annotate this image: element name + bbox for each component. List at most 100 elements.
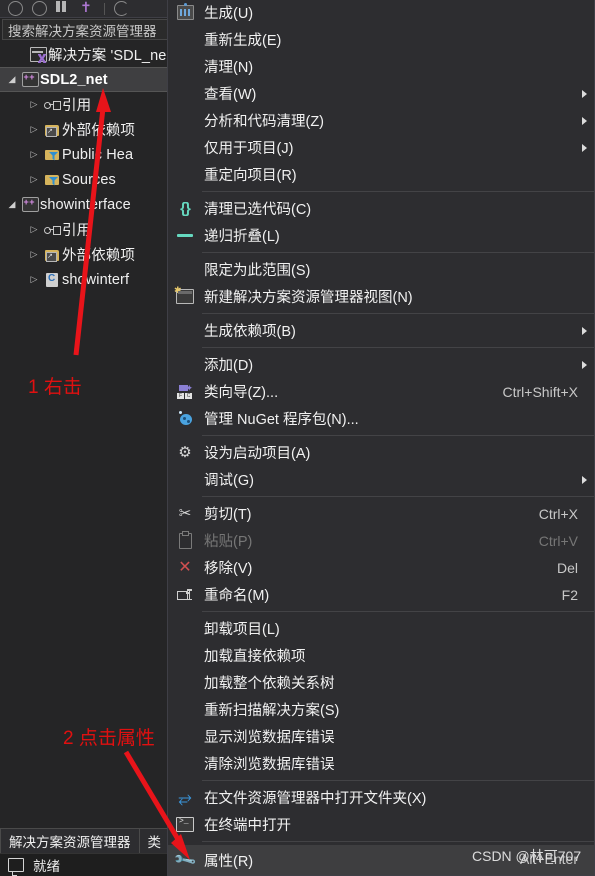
menu-item-cut[interactable]: ✂ 剪切(T) Ctrl+X bbox=[168, 500, 594, 527]
status-icon bbox=[8, 857, 24, 876]
menu-item-label: 类向导(Z)... bbox=[204, 385, 279, 401]
twisty-expanded-icon[interactable]: ◢ bbox=[4, 74, 20, 85]
gear-icon: ⚙ bbox=[178, 443, 192, 461]
menu-item-add[interactable]: 添加(D) bbox=[168, 351, 594, 378]
menu-item-label: 重新生成(E) bbox=[204, 33, 282, 49]
twisty-collapsed-icon[interactable]: ▷ bbox=[26, 174, 42, 185]
menu-item-label: 重新扫描解决方案(S) bbox=[204, 703, 340, 719]
menu-item-load-entire-dependency-tree[interactable]: 加载整个依赖关系树 bbox=[168, 669, 594, 696]
back-circle-icon[interactable] bbox=[8, 1, 23, 16]
menu-item-new-solution-explorer-view[interactable]: 新建解决方案资源管理器视图(N) bbox=[168, 283, 594, 310]
tree-node-label: 引用 bbox=[62, 223, 92, 239]
annotation-1: 1 右击 bbox=[28, 377, 82, 398]
menu-item-label: 在文件资源管理器中打开文件夹(X) bbox=[204, 791, 427, 807]
menu-item-open-folder-in-file-explorer[interactable]: ⥂ 在文件资源管理器中打开文件夹(X) bbox=[168, 784, 594, 811]
menu-item-unload-project[interactable]: 卸载项目(L) bbox=[168, 615, 594, 642]
forward-circle-icon[interactable] bbox=[32, 1, 47, 16]
menu-item-set-as-startup-project[interactable]: ⚙ 设为启动项目(A) bbox=[168, 439, 594, 466]
menu-item-label: 清理(N) bbox=[204, 60, 254, 76]
terminal-icon bbox=[168, 817, 202, 832]
build-icon bbox=[168, 3, 202, 20]
menu-separator bbox=[202, 191, 594, 192]
submenu-arrow-icon bbox=[582, 360, 587, 369]
refresh-icon[interactable] bbox=[114, 1, 129, 16]
menu-item-show-browse-db-errors[interactable]: 显示浏览数据库错误 bbox=[168, 723, 594, 750]
vs-logo-icon[interactable]: ✝ bbox=[80, 0, 95, 16]
menu-item-rename[interactable]: 重命名(M) F2 bbox=[168, 581, 594, 608]
annotation-2: 2 点击属性 bbox=[63, 728, 155, 749]
menu-item-label: 分析和代码清理(Z) bbox=[204, 114, 325, 130]
tree-node-label: showinterface bbox=[40, 196, 131, 213]
submenu-arrow-icon bbox=[582, 143, 587, 152]
menu-item-rebuild[interactable]: 重新生成(E) bbox=[168, 26, 594, 53]
menu-item-label: 粘贴(P) bbox=[204, 534, 253, 550]
menu-item-shortcut: Ctrl+V bbox=[538, 532, 578, 549]
menu-item-shortcut: F2 bbox=[561, 586, 578, 603]
tab-class-view[interactable]: 类 bbox=[139, 828, 170, 853]
remove-icon: ✕ bbox=[178, 559, 192, 576]
tree-node-label: 解决方案 'SDL_ne bbox=[48, 48, 167, 64]
twisty-collapsed-icon[interactable]: ▷ bbox=[26, 149, 42, 160]
tree-node-label: 外部依赖项 bbox=[62, 123, 135, 139]
menu-item-rescan-solution[interactable]: 重新扫描解决方案(S) bbox=[168, 696, 594, 723]
menu-item-shortcut: Ctrl+Shift+X bbox=[502, 383, 578, 400]
twisty-expanded-icon[interactable]: ◢ bbox=[4, 199, 20, 210]
submenu-arrow-icon bbox=[582, 475, 587, 484]
tree-node-label: 引用 bbox=[62, 98, 92, 114]
menu-separator bbox=[202, 252, 594, 253]
twisty-collapsed-icon[interactable]: ▷ bbox=[26, 274, 42, 285]
references-icon bbox=[42, 100, 62, 110]
filter-folder-icon bbox=[42, 174, 62, 186]
menu-item-remove[interactable]: ✕ 移除(V) Del bbox=[168, 554, 594, 581]
menu-item-label: 在终端中打开 bbox=[204, 818, 291, 834]
twisty-collapsed-icon[interactable]: ▷ bbox=[26, 249, 42, 260]
menu-separator bbox=[202, 611, 594, 612]
menu-item-label: 清除浏览数据库错误 bbox=[204, 757, 335, 773]
menu-separator bbox=[202, 435, 594, 436]
filter-folder-icon bbox=[42, 149, 62, 161]
menu-item-class-wizard[interactable]: F C ✦ 类向导(Z)... Ctrl+Shift+X bbox=[168, 378, 594, 405]
menu-item-cleanup-selected-code[interactable]: {} 清理已选代码(C) bbox=[168, 195, 594, 222]
tree-node-label: Sources bbox=[62, 171, 116, 188]
menu-item-build-dependencies[interactable]: 生成依赖项(B) bbox=[168, 317, 594, 344]
menu-separator bbox=[202, 313, 594, 314]
tab-solution-explorer[interactable]: 解决方案资源管理器 bbox=[0, 828, 140, 853]
menu-item-debug[interactable]: 调试(G) bbox=[168, 466, 594, 493]
menu-item-label: 调试(G) bbox=[204, 473, 254, 489]
menu-item-view[interactable]: 查看(W) bbox=[168, 80, 594, 107]
menu-item-clean[interactable]: 清理(N) bbox=[168, 53, 594, 80]
menu-separator bbox=[202, 347, 594, 348]
menu-item-label: 加载直接依赖项 bbox=[204, 649, 306, 665]
menu-item-label: 重定向项目(R) bbox=[204, 168, 297, 184]
menu-separator bbox=[202, 780, 594, 781]
menu-item-label: 设为启动项目(A) bbox=[204, 446, 311, 462]
status-text: 就绪 bbox=[33, 858, 60, 874]
menu-item-retarget[interactable]: 重定向项目(R) bbox=[168, 161, 594, 188]
menu-item-shortcut: Ctrl+X bbox=[538, 505, 578, 522]
twisty-collapsed-icon[interactable]: ▷ bbox=[26, 124, 42, 135]
menu-item-label: 加载整个依赖关系树 bbox=[204, 676, 335, 692]
menu-item-analyze-cleanup[interactable]: 分析和代码清理(Z) bbox=[168, 107, 594, 134]
twisty-collapsed-icon[interactable]: ▷ bbox=[26, 99, 42, 110]
twisty-collapsed-icon[interactable]: ▷ bbox=[26, 224, 42, 235]
search-input[interactable]: 搜索解决方案资源管理器 bbox=[2, 19, 192, 40]
solution-icon bbox=[28, 47, 48, 62]
menu-item-manage-nuget[interactable]: 管理 NuGet 程序包(N)... bbox=[168, 405, 594, 432]
external-dependencies-icon: ↗ bbox=[42, 124, 62, 137]
menu-item-label: 管理 NuGet 程序包(N)... bbox=[204, 412, 359, 428]
menu-item-collapse-recursively[interactable]: 递归折叠(L) bbox=[168, 222, 594, 249]
menu-item-label: 显示浏览数据库错误 bbox=[204, 730, 335, 746]
menu-item-project-only[interactable]: 仅用于项目(J) bbox=[168, 134, 594, 161]
menu-item-scope-to-this[interactable]: 限定为此范围(S) bbox=[168, 256, 594, 283]
menu-item-build[interactable]: 生成(U) bbox=[168, 0, 594, 26]
menu-item-open-in-terminal[interactable]: 在终端中打开 bbox=[168, 811, 594, 838]
search-placeholder: 搜索解决方案资源管理器 bbox=[8, 23, 157, 39]
menu-item-clear-browse-db-errors[interactable]: 清除浏览数据库错误 bbox=[168, 750, 594, 777]
menu-item-paste: 粘贴(P) Ctrl+V bbox=[168, 527, 594, 554]
menu-item-label: 重命名(M) bbox=[204, 588, 270, 604]
menu-item-label: 剪切(T) bbox=[204, 507, 252, 523]
new-view-icon bbox=[168, 285, 202, 304]
menu-item-load-direct-dependencies[interactable]: 加载直接依赖项 bbox=[168, 642, 594, 669]
tree-node-label: SDL2_net bbox=[40, 71, 108, 88]
home-columns-icon[interactable] bbox=[56, 1, 71, 16]
